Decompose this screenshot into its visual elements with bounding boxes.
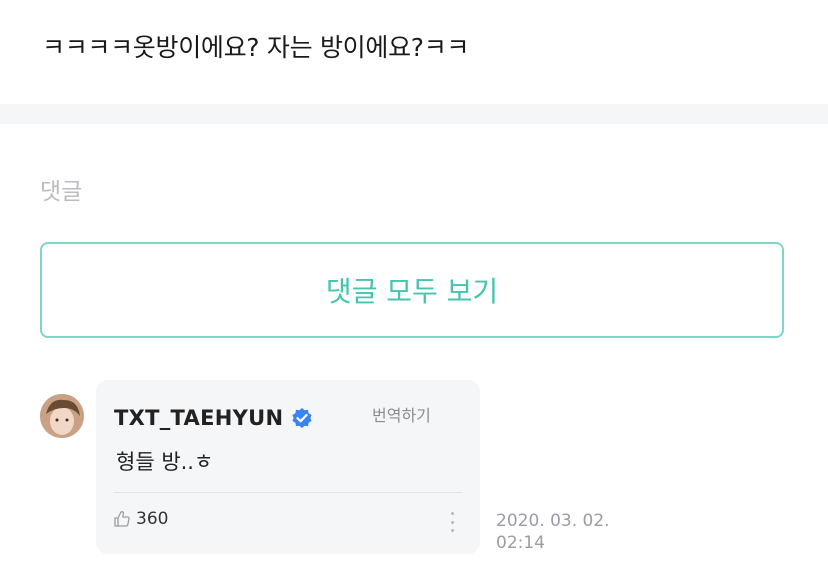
avatar[interactable] — [40, 394, 84, 438]
comment-bubble: TXT_TAEHYUN 번역하기 형들 방..ㅎ 360 — [96, 380, 480, 554]
like-count: 360 — [136, 509, 169, 529]
like-button[interactable]: 360 — [112, 509, 168, 529]
comment-author-row: TXT_TAEHYUN — [114, 406, 313, 430]
thumbs-up-icon — [112, 509, 132, 529]
more-vertical-icon[interactable] — [448, 512, 456, 532]
post-text: ㅋㅋㅋㅋ옷방이에요? 자는 방이에요?ㅋㅋ — [42, 33, 470, 62]
avatar-image — [40, 394, 84, 438]
view-all-comments-button[interactable]: 댓글 모두 보기 — [40, 242, 784, 338]
comment-author[interactable]: TXT_TAEHYUN — [114, 406, 283, 430]
verified-badge-icon — [291, 407, 313, 429]
comment-timestamp: 2020. 03. 02. 02:14 — [496, 510, 610, 554]
comments-heading: 댓글 — [40, 179, 83, 205]
comment-date: 2020. 03. 02. — [496, 511, 610, 531]
translate-link[interactable]: 번역하기 — [372, 402, 431, 426]
comment-time: 02:14 — [496, 533, 545, 553]
section-divider — [0, 104, 828, 124]
comment-divider — [114, 492, 462, 493]
comment-body: 형들 방..ㅎ — [116, 450, 214, 474]
